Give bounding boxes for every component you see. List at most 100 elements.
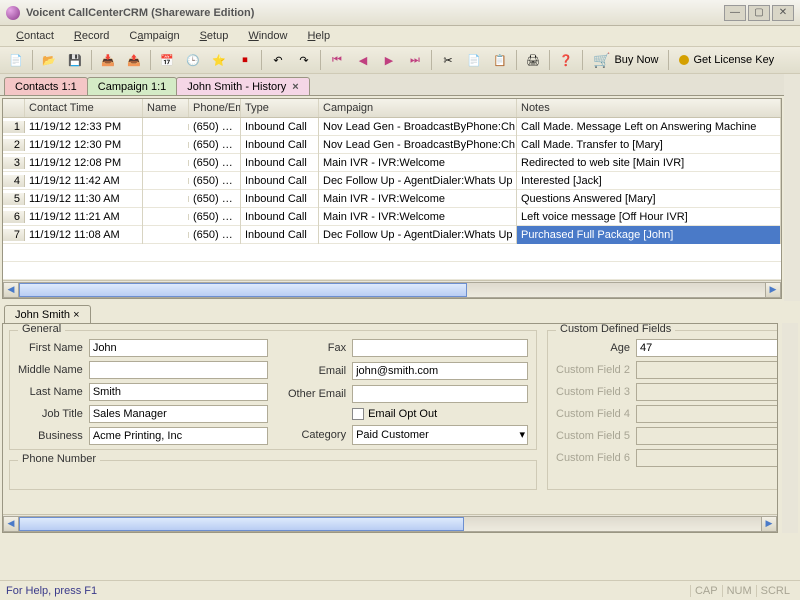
first-icon[interactable]: ⏮ [325, 49, 349, 71]
save-icon[interactable]: 💾 [63, 49, 87, 71]
detail-tab[interactable]: John Smith × [4, 305, 91, 323]
job-title-label: Job Title [18, 408, 83, 420]
tab-close-icon[interactable]: × [292, 81, 298, 93]
opt-out-row[interactable]: Email Opt Out [352, 408, 528, 420]
menu-help[interactable]: Help [299, 28, 338, 44]
middle-name-input[interactable] [89, 361, 268, 379]
grid-empty-row[interactable] [3, 244, 781, 262]
first-name-input[interactable] [89, 339, 268, 357]
opt-out-checkbox[interactable] [352, 408, 364, 420]
window-title: Voicent CallCenterCRM (Shareware Edition… [26, 7, 254, 19]
col-name[interactable]: Name [143, 99, 189, 117]
col-notes[interactable]: Notes [517, 99, 781, 117]
col-type[interactable]: Type [241, 99, 319, 117]
status-help: For Help, press F1 [6, 585, 97, 597]
tab-contacts[interactable]: Contacts 1:1 [4, 77, 88, 95]
job-title-input[interactable] [89, 405, 268, 423]
schedule-icon[interactable]: 📅 [155, 49, 179, 71]
tab-close-icon[interactable]: × [73, 309, 79, 321]
import-icon[interactable]: 📥 [96, 49, 120, 71]
custom3-input[interactable] [636, 383, 778, 401]
business-label: Business [18, 430, 83, 442]
scroll-right-icon[interactable]: ▶ [761, 516, 777, 532]
timer-icon[interactable]: 🕒 [181, 49, 205, 71]
buy-now-button[interactable]: 🛒Buy Now [587, 52, 664, 69]
table-row[interactable]: 711/19/12 11:08 AM(650) …Inbound CallDec… [3, 226, 781, 244]
menu-window[interactable]: Window [240, 28, 295, 44]
help-icon[interactable]: ❓ [554, 49, 578, 71]
custom5-input[interactable] [636, 427, 778, 445]
detail-hscroll[interactable]: ◀ ▶ [3, 514, 777, 532]
star-icon[interactable]: ⭐ [207, 49, 231, 71]
license-button[interactable]: Get License Key [673, 54, 780, 66]
scroll-left-icon[interactable]: ◀ [3, 516, 19, 532]
table-row[interactable]: 311/19/12 12:08 PM(650) …Inbound CallMai… [3, 154, 781, 172]
scroll-left-icon[interactable]: ◀ [3, 282, 19, 298]
category-select[interactable]: Paid Customer▾ [352, 425, 528, 445]
col-time[interactable]: Contact Time [25, 99, 143, 117]
scroll-thumb[interactable] [19, 517, 464, 531]
fax-input[interactable] [352, 339, 528, 357]
minimize-button[interactable]: — [724, 5, 746, 21]
stop-icon[interactable]: ⏹ [233, 49, 257, 71]
tab-history[interactable]: John Smith - History× [176, 77, 309, 95]
prev-icon[interactable]: ◀ [351, 49, 375, 71]
middle-name-label: Middle Name [18, 364, 83, 376]
row-number: 6 [3, 211, 25, 223]
custom3-label: Custom Field 3 [556, 386, 630, 398]
last-icon[interactable]: ⏭ [403, 49, 427, 71]
next-icon[interactable]: ▶ [377, 49, 401, 71]
new-icon[interactable]: 📄 [4, 49, 28, 71]
paste-icon[interactable]: 📋 [488, 49, 512, 71]
row-number: 3 [3, 157, 25, 169]
undo-icon[interactable]: ↶ [266, 49, 290, 71]
last-name-input[interactable] [89, 383, 268, 401]
toolbar: 📄 📂 💾 📥 📤 📅 🕒 ⭐ ⏹ ↶ ↷ ⏮ ◀ ▶ ⏭ ✂ 📄 📋 🖨 ❓ … [0, 46, 800, 74]
table-row[interactable]: 411/19/12 11:42 AM(650) …Inbound CallDec… [3, 172, 781, 190]
table-row[interactable]: 511/19/12 11:30 AM(650) …Inbound CallMai… [3, 190, 781, 208]
num-indicator: NUM [722, 585, 756, 597]
maximize-button[interactable]: ▢ [748, 5, 770, 21]
cut-icon[interactable]: ✂ [436, 49, 460, 71]
table-row[interactable]: 211/19/12 12:30 PM(650) …Inbound CallNov… [3, 136, 781, 154]
copy-icon[interactable]: 📄 [462, 49, 486, 71]
col-phone[interactable]: Phone/Em [189, 99, 241, 117]
table-row[interactable]: 611/19/12 11:21 AM(650) …Inbound CallMai… [3, 208, 781, 226]
menu-record[interactable]: Record [66, 28, 117, 44]
upper-tabs: Contacts 1:1 Campaign 1:1 John Smith - H… [0, 74, 784, 96]
custom6-input[interactable] [636, 449, 778, 467]
row-number: 1 [3, 121, 25, 133]
row-number: 7 [3, 229, 25, 241]
grid-hscroll[interactable]: ◀ ▶ [3, 280, 781, 298]
custom4-label: Custom Field 4 [556, 408, 630, 420]
menu-campaign[interactable]: Campaign [121, 28, 187, 44]
upper-vscroll[interactable] [784, 74, 800, 301]
custom2-input[interactable] [636, 361, 778, 379]
email-label: Email [288, 365, 346, 377]
other-email-input[interactable] [352, 385, 528, 403]
custom5-label: Custom Field 5 [556, 430, 630, 442]
open-icon[interactable]: 📂 [37, 49, 61, 71]
age-input[interactable] [636, 339, 778, 357]
email-input[interactable] [352, 362, 528, 380]
redo-icon[interactable]: ↷ [292, 49, 316, 71]
detail-vscroll[interactable] [782, 323, 798, 533]
business-input[interactable] [89, 427, 268, 445]
custom4-input[interactable] [636, 405, 778, 423]
export-icon[interactable]: 📤 [122, 49, 146, 71]
close-button[interactable]: ✕ [772, 5, 794, 21]
detail-tabs: John Smith × [0, 301, 800, 323]
grid-body[interactable]: 111/19/12 12:33 PM(650) …Inbound CallNov… [3, 118, 781, 244]
menu-setup[interactable]: Setup [192, 28, 237, 44]
scroll-right-icon[interactable]: ▶ [765, 282, 781, 298]
col-campaign[interactable]: Campaign [319, 99, 517, 117]
tab-campaign[interactable]: Campaign 1:1 [87, 77, 178, 95]
chevron-down-icon: ▾ [519, 428, 525, 441]
print-icon[interactable]: 🖨 [521, 49, 545, 71]
custom-legend: Custom Defined Fields [556, 323, 675, 335]
grid-empty-row[interactable] [3, 262, 781, 280]
table-row[interactable]: 111/19/12 12:33 PM(650) …Inbound CallNov… [3, 118, 781, 136]
row-number: 2 [3, 139, 25, 151]
scroll-thumb[interactable] [19, 283, 467, 297]
menu-contact[interactable]: Contact [8, 28, 62, 44]
